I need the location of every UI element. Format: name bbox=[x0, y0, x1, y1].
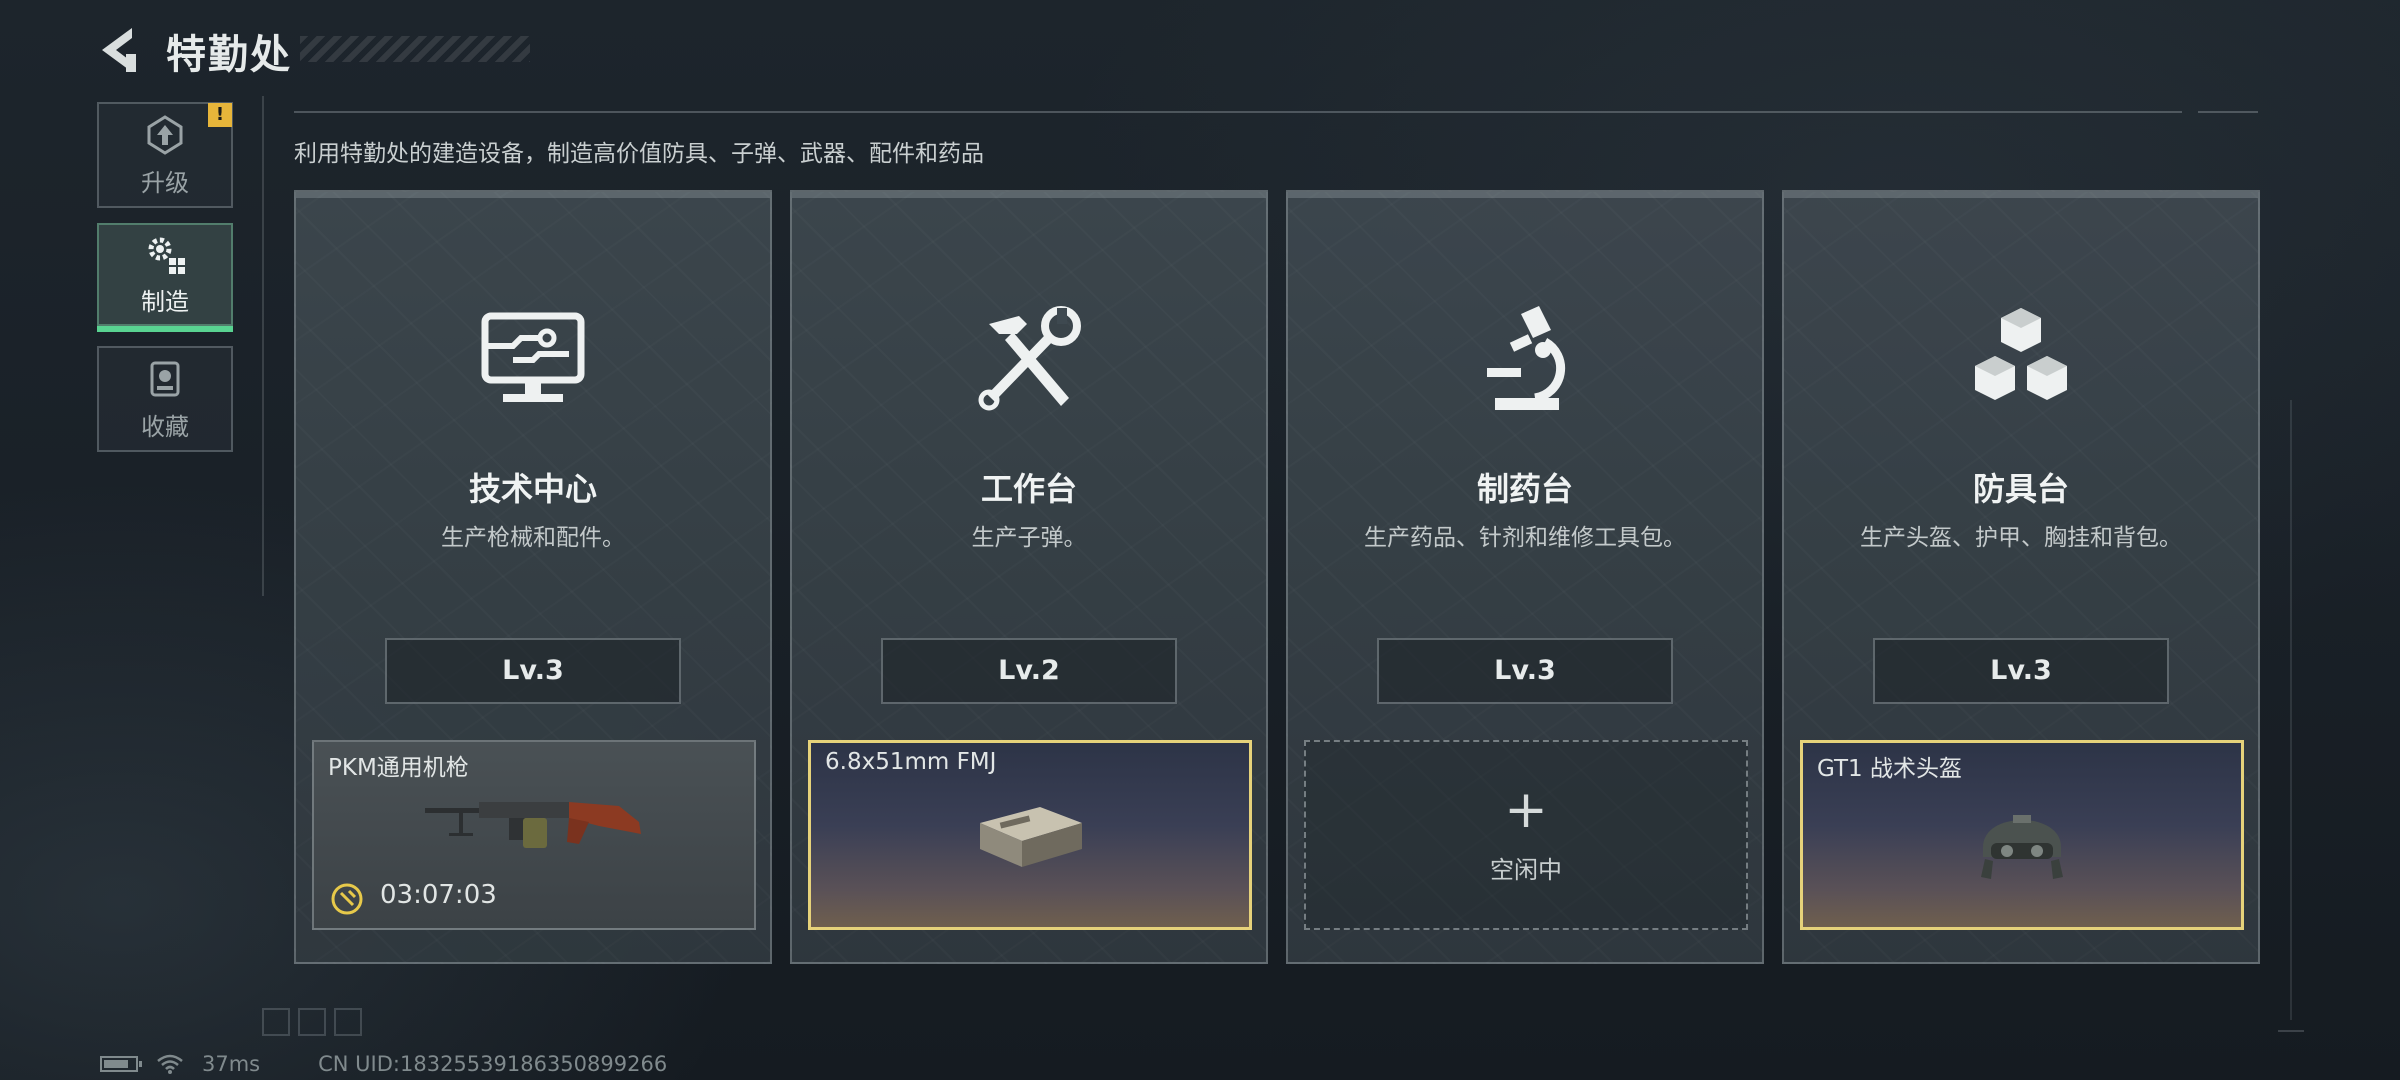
user-uid: CN UID:18325539186350899266 bbox=[318, 1052, 668, 1076]
station-title: 防具台 bbox=[1972, 470, 2069, 508]
add-icon: + bbox=[1504, 780, 1548, 840]
slot-item-name: PKM通用机枪 bbox=[328, 755, 469, 781]
station-subtitle: 生产子弹。 bbox=[971, 525, 1087, 551]
computer-terminal-icon bbox=[481, 312, 585, 402]
ammo-box-icon bbox=[980, 807, 1082, 867]
station-card-pharmacy[interactable]: 制药台 生产药品、针剂和维修工具包。 Lv.3 + 空闲中 bbox=[1286, 190, 1764, 964]
sidebar-item-label: 收藏 bbox=[141, 412, 189, 441]
title-decoration bbox=[300, 36, 530, 62]
hammer-wrench-icon bbox=[978, 306, 1081, 411]
production-timer: 03:07:03 bbox=[380, 880, 497, 910]
station-level-button[interactable]: Lv.2 bbox=[881, 638, 1177, 704]
station-title: 工作台 bbox=[980, 470, 1077, 508]
slot-item-name: GT1 战术头盔 bbox=[1817, 756, 1962, 782]
production-slot-empty[interactable]: + 空闲中 bbox=[1304, 740, 1748, 930]
page-title: 特勤处 bbox=[166, 32, 292, 78]
ping-text: 37ms bbox=[202, 1052, 261, 1076]
corner-decoration bbox=[2278, 1030, 2304, 1032]
sidebar-divider bbox=[262, 96, 264, 596]
station-level-button[interactable]: Lv.3 bbox=[1873, 638, 2169, 704]
upgrade-icon bbox=[147, 114, 183, 155]
station-card-tech-center[interactable]: 技术中心 生产枪械和配件。 Lv.3 PKM通用机枪 03:07:03 bbox=[294, 190, 772, 964]
active-tab-indicator bbox=[97, 326, 233, 332]
station-level-button[interactable]: Lv.3 bbox=[1377, 638, 1673, 704]
station-title: 制药台 bbox=[1476, 470, 1573, 508]
right-decoration-line bbox=[2290, 400, 2292, 1020]
collection-icon bbox=[150, 361, 180, 396]
gear-manufacture-icon bbox=[148, 237, 185, 274]
alert-badge: ! bbox=[208, 103, 232, 127]
sidebar-item-manufacture[interactable]: 制造 bbox=[97, 223, 233, 326]
top-divider bbox=[294, 111, 2182, 113]
station-subtitle: 生产枪械和配件。 bbox=[441, 525, 625, 551]
wifi-icon bbox=[157, 1054, 183, 1074]
tactical-helmet-icon bbox=[1981, 815, 2063, 879]
machine-gun-icon bbox=[425, 802, 641, 848]
sidebar-item-label: 升级 bbox=[141, 168, 189, 197]
back-arrow-icon bbox=[102, 28, 136, 72]
status-bar: 37ms CN UID:18325539186350899266 bbox=[100, 1052, 667, 1076]
top-divider-end bbox=[2198, 111, 2258, 113]
slot-idle-text: 空闲中 bbox=[1490, 856, 1562, 884]
sidebar-item-label: 制造 bbox=[141, 288, 189, 316]
slot-item-name: 6.8x51mm FMJ bbox=[825, 749, 997, 775]
cubes-icon bbox=[1975, 308, 2067, 400]
microscope-icon bbox=[1487, 306, 1566, 410]
station-card-armor[interactable]: 防具台 生产头盔、护甲、胸挂和背包。 Lv.3 GT1 战术头盔 bbox=[1782, 190, 2260, 964]
sidebar-item-collection[interactable]: 收藏 bbox=[97, 346, 233, 452]
station-level-button[interactable]: Lv.3 bbox=[385, 638, 681, 704]
bottom-decoration bbox=[262, 1008, 362, 1036]
page-description: 利用特勤处的建造设备，制造高价值防具、子弹、武器、配件和药品 bbox=[294, 141, 984, 167]
station-subtitle: 生产药品、针剂和维修工具包。 bbox=[1364, 525, 1686, 551]
production-slot[interactable]: 6.8x51mm FMJ bbox=[808, 740, 1252, 930]
station-title: 技术中心 bbox=[468, 470, 597, 508]
production-slot[interactable]: PKM通用机枪 03:07:03 bbox=[312, 740, 756, 930]
back-button[interactable] bbox=[96, 24, 140, 76]
production-slot[interactable]: GT1 战术头盔 bbox=[1800, 740, 2244, 930]
station-subtitle: 生产头盔、护甲、胸挂和背包。 bbox=[1860, 525, 2182, 551]
battery-icon bbox=[100, 1056, 142, 1072]
timer-icon bbox=[331, 883, 363, 915]
station-card-workbench[interactable]: 工作台 生产子弹。 Lv.2 6.8x51mm FMJ bbox=[790, 190, 1268, 964]
sidebar-item-upgrade[interactable]: 升级 ! bbox=[97, 102, 233, 208]
